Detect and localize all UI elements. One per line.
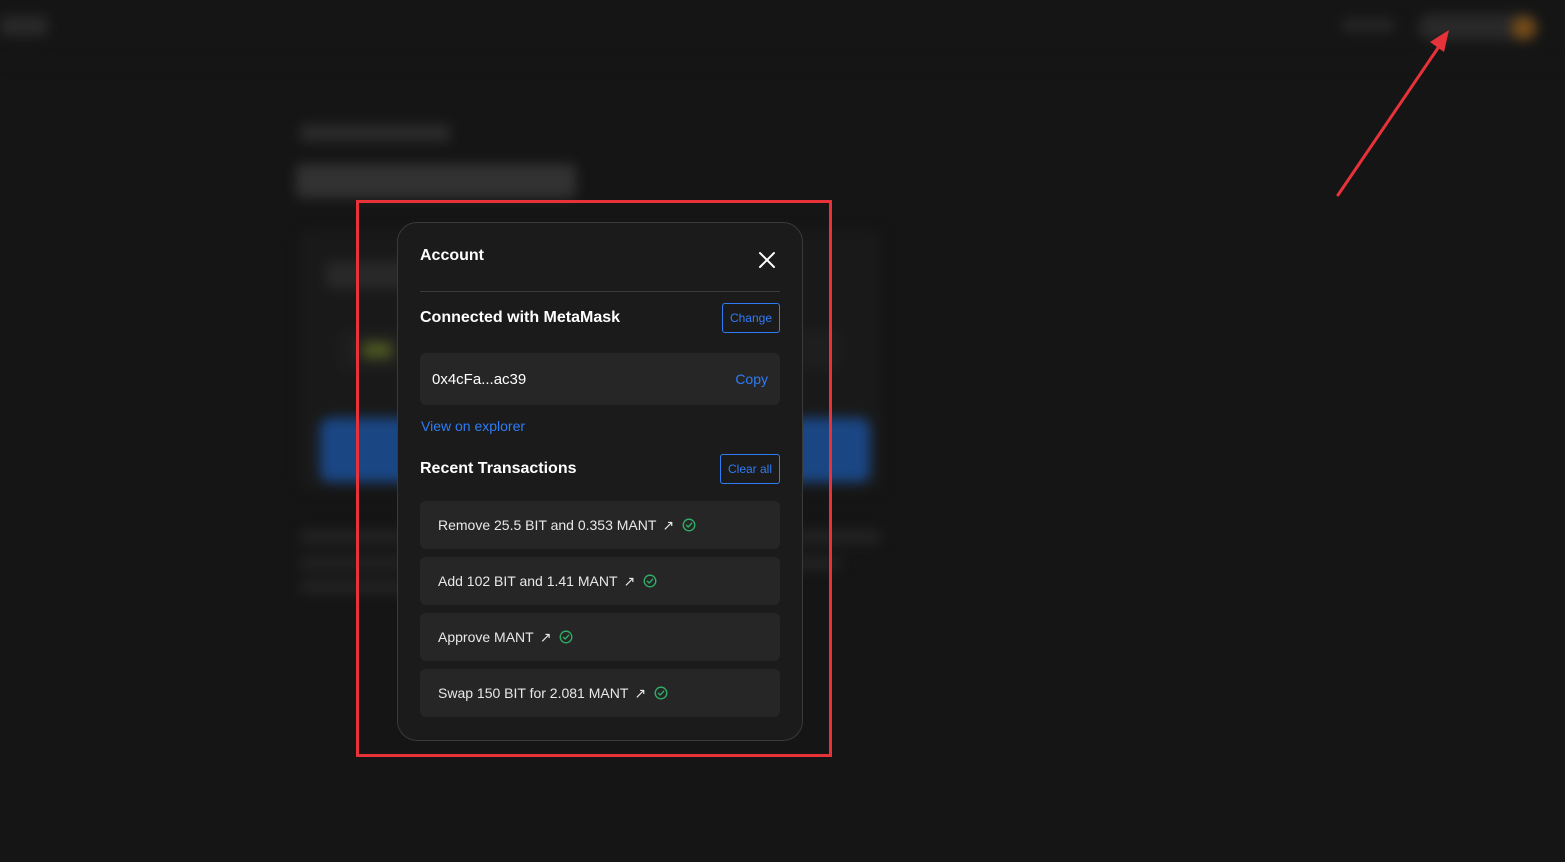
transaction-list: Remove 25.5 BIT and 0.353 MANT ↗ Add 102… (420, 501, 780, 725)
arrow-up-right-icon: ↗ (662, 516, 675, 533)
view-on-explorer-link[interactable]: View on explorer (421, 418, 525, 434)
close-button[interactable] (754, 247, 780, 273)
transaction-label: Remove 25.5 BIT and 0.353 MANT (438, 517, 657, 533)
transaction-item[interactable]: Add 102 BIT and 1.41 MANT ↗ (420, 557, 780, 605)
background-logo (0, 16, 48, 36)
arrow-up-right-icon: ↗ (623, 572, 636, 589)
clear-all-button[interactable]: Clear all (719, 454, 780, 484)
transaction-item[interactable]: Approve MANT ↗ (420, 613, 780, 661)
modal-title: Account (420, 247, 484, 264)
connected-wallet-label: Connected with MetaMask (420, 309, 621, 326)
arrow-up-right-icon: ↗ (539, 628, 552, 645)
transaction-label: Swap 150 BIT for 2.081 MANT (438, 685, 629, 701)
arrow-up-right-icon: ↗ (634, 684, 647, 701)
close-icon (759, 252, 775, 268)
address-box: 0x4cFa...ac39 Copy (420, 353, 780, 405)
transaction-label: Add 102 BIT and 1.41 MANT (438, 573, 618, 589)
check-circle-icon (682, 518, 696, 532)
wallet-address: 0x4cFa...ac39 (432, 370, 527, 388)
background-accent (362, 342, 392, 358)
check-circle-icon (559, 630, 573, 644)
transaction-item[interactable]: Remove 25.5 BIT and 0.353 MANT ↗ (420, 501, 780, 549)
background-top-bar (0, 0, 1565, 63)
recent-transactions-title: Recent Transactions (420, 460, 577, 477)
wallet-connection-row: Connected with MetaMask Change (420, 303, 780, 333)
check-circle-icon (643, 574, 657, 588)
background-back-link (300, 124, 450, 142)
change-wallet-button[interactable]: Change (721, 303, 780, 333)
recent-transactions-header: Recent Transactions Clear all (420, 454, 780, 484)
modal-header: Account (420, 247, 780, 292)
copy-address-link[interactable]: Copy (735, 371, 768, 387)
background-page-title (296, 164, 576, 198)
background-nav-link (1342, 18, 1394, 32)
transaction-label: Approve MANT (438, 629, 534, 645)
background-wallet-avatar (1512, 16, 1536, 40)
screen: Account Connected with MetaMask Change 0… (0, 0, 1565, 862)
transaction-item[interactable]: Swap 150 BIT for 2.081 MANT ↗ (420, 669, 780, 717)
account-modal: Account Connected with MetaMask Change 0… (397, 222, 803, 741)
check-circle-icon (654, 686, 668, 700)
